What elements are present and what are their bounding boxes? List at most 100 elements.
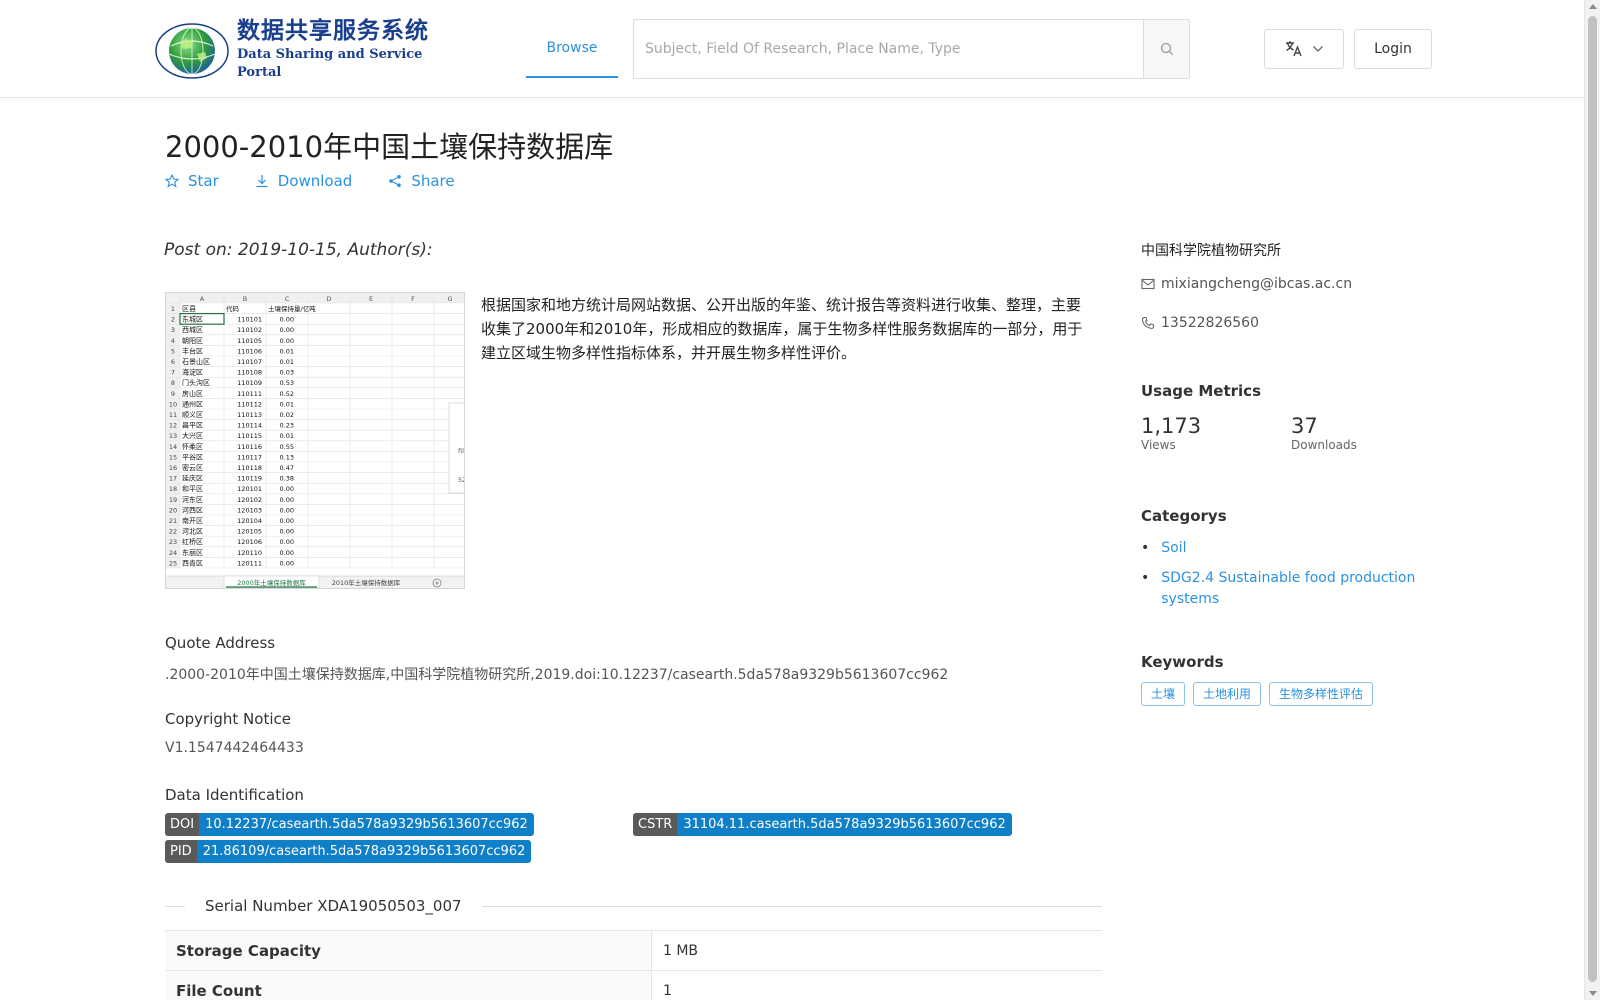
sheet-cell: 110118 [237,464,262,472]
sheet-column-letter: C [285,295,290,303]
sheet-row-number: 25 [169,559,177,567]
bullet-icon: • [1141,570,1150,586]
sheet-cell: 石景山区 [182,357,210,366]
sheet-cell: 120103 [237,506,262,514]
sheet-cell: 0.00 [280,485,294,493]
language-switch-button[interactable] [1264,29,1344,69]
sheet-cell: 110115 [237,432,262,440]
search-icon [1160,42,1173,55]
sheet-cell: 120104 [237,517,262,525]
sheet-cell: 110106 [237,347,262,355]
sheet-cell: 110108 [237,369,262,377]
pid-badge-value: 21.86109/casearth.5da578a9329b5613607cc9… [196,840,532,863]
sheet-cell: 0.52 [280,390,294,398]
sheet-cell: 0.47 [280,464,294,472]
sheet-cell: 110114 [237,422,262,430]
download-button[interactable]: Download [255,172,352,190]
sheet-cell: 0.00 [280,496,294,504]
sheet-cell: 土壤保持量/亿吨 [268,304,316,313]
sheet-row-number: 21 [169,517,177,525]
sheet-cell: 海淀区 [182,368,203,377]
sheet-cell: 0.53 [280,379,294,387]
site-logo[interactable]: 数据共享服务系统 Data Sharing and Service Portal [153,17,438,80]
sheet-cell: 代码 [226,304,240,313]
table-key: Storage Capacity [165,931,652,970]
sheet-cell: 河北区 [182,528,203,536]
sheet-cell: 120111 [237,559,262,567]
sheet-cell: 110109 [237,379,262,387]
share-icon [389,175,402,187]
sheet-cell: 0.03 [280,369,294,377]
sheet-column-letter: D [326,295,331,303]
sheet-cell: 昌平区 [182,422,203,430]
sheet-cell: 0.00 [280,326,294,334]
login-button[interactable]: Login [1354,29,1432,69]
sheet-cell: 密云区 [182,463,203,472]
star-label: Star [188,172,219,190]
sheet-cell: 120101 [237,485,262,493]
scroll-up-arrow-icon[interactable] [1589,4,1597,9]
download-icon [256,175,268,188]
dataset-preview-image[interactable]: A B C D E F G 1 区县 代码 土壤保持量/亿吨 2 东城区 110101 0.00 3 西城区 11… [165,292,465,589]
dataset-info-table: Storage Capacity 1 MB File Count 1 [165,930,1102,1000]
doi-badge[interactable]: DOI 10.12237/casearth.5da578a9329b561360… [165,813,534,836]
logo-chinese-title: 数据共享服务系统 [237,17,429,44]
sheet-row-number: 24 [169,549,177,557]
sheet-cell: 110102 [237,326,262,334]
categories-list: • Soil • SDG2.4 Sustainable food product… [1141,538,1431,610]
bullet-icon: • [1141,540,1150,556]
category-item-sdg[interactable]: • SDG2.4 Sustainable food production sys… [1141,568,1431,610]
usage-metrics-heading: Usage Metrics [1141,382,1261,400]
keyword-tag[interactable]: 土壤 [1141,682,1186,706]
pid-badge[interactable]: PID 21.86109/casearth.5da578a9329b561360… [165,840,532,863]
sheet-cell: 房山区 [182,389,203,398]
sheet-panel-text: 52 [458,476,465,484]
sidebar-email[interactable]: mixiangcheng@ibcas.ac.cn [1141,276,1352,292]
sheet-row-number: 20 [169,506,177,514]
sheet-cell: 区县 [182,305,196,313]
sheet-cell: 东城区 [182,315,203,324]
sheet-column-letter: F [411,295,415,303]
cstr-badge[interactable]: CSTR 31104.11.casearth.5da578a9329b56136… [633,813,1012,836]
copyright-value: V1.1547442464433 [165,740,304,756]
sheet-cell: 0.00 [280,538,294,546]
nav-browse[interactable]: Browse [526,20,618,78]
keywords-heading: Keywords [1141,653,1224,671]
page-scrollbar[interactable] [1584,0,1600,1000]
sheet-column-letter: A [200,295,205,303]
sheet-cell: 0.00 [280,528,294,536]
sheet-cell: 0.02 [280,411,294,419]
sheet-row-number: 22 [169,528,177,536]
keyword-tag[interactable]: 土地利用 [1193,682,1262,706]
sheet-cell: 通州区 [182,399,203,408]
top-header: 数据共享服务系统 Data Sharing and Service Portal… [0,0,1584,98]
sheet-cell: 120102 [237,496,262,504]
sheet-cell: 110119 [237,475,262,483]
sheet-row-number: 12 [169,422,177,430]
search-input[interactable] [634,20,1143,78]
category-item-soil[interactable]: • Soil [1141,538,1431,559]
sheet-cell: 110113 [237,411,262,419]
sheet-row-number: 23 [169,538,177,546]
sheet-row-number: 6 [171,358,175,366]
mail-icon [1141,278,1155,290]
sheet-cell: 0.00 [280,517,294,525]
scroll-down-arrow-icon[interactable] [1589,991,1597,996]
sheet-cell: 大兴区 [182,431,203,440]
post-info: Post on: 2019-10-15, Author(s): [164,240,433,260]
sheet-cell: 南开区 [182,516,203,525]
star-button[interactable]: Star [165,172,219,190]
search-button[interactable] [1143,20,1189,78]
keyword-tag[interactable]: 生物多样性评估 [1269,682,1374,706]
sheet-cell: 朝阳区 [182,336,203,345]
sheet-cell: 西青区 [182,558,203,567]
sheet-row-number: 7 [171,369,175,377]
spreadsheet-preview: A B C D E F G 1 区县 代码 土壤保持量/亿吨 2 东城区 110101 0.00 3 西城区 11… [166,293,465,588]
share-button[interactable]: Share [388,172,455,190]
sheet-cell: 0.01 [280,347,294,355]
scrollbar-thumb[interactable] [1588,16,1597,982]
sheet-cell: 110112 [237,400,262,408]
views-count: 1,173 [1141,414,1202,438]
categories-heading: Categorys [1141,507,1227,525]
logo-english-title: Data Sharing and Service Portal [237,47,423,80]
